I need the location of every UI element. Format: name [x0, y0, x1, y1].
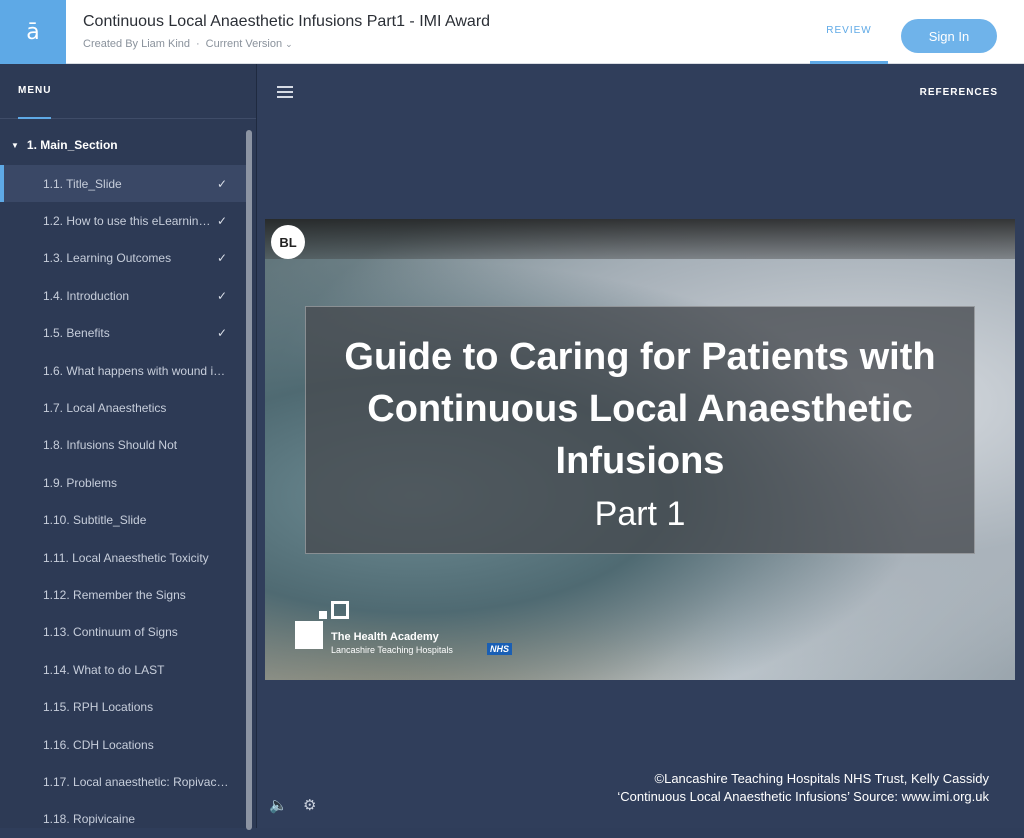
- copyright-notice: ©Lancashire Teaching Hospitals NHS Trust…: [617, 770, 989, 806]
- slide-part: Part 1: [594, 495, 686, 533]
- sidebar-item[interactable]: 1.3. Learning Outcomes ✓: [0, 240, 247, 277]
- check-icon: ✓: [216, 251, 228, 266]
- check-icon: ✓: [216, 176, 228, 191]
- sidebar-item-label: 1.4. Introduction: [43, 288, 130, 303]
- sidebar-item[interactable]: 1.15. RPH Locations: [0, 688, 247, 725]
- sidebar-item[interactable]: 1.4. Introduction ✓: [0, 277, 247, 314]
- gear-icon[interactable]: ⚙: [303, 796, 316, 814]
- sidebar-item-label: 1.1. Title_Slide: [43, 176, 122, 191]
- sidebar-scrollbar[interactable]: [246, 130, 252, 830]
- sidebar-item-label: 1.13. Continuum of Signs: [43, 625, 178, 640]
- sidebar-item-label: 1.14. What to do LAST: [43, 662, 165, 677]
- section-label: 1. Main_Section: [26, 138, 118, 152]
- hamburger-menu-icon[interactable]: [277, 86, 293, 98]
- sign-in-button[interactable]: Sign In: [901, 19, 997, 53]
- sidebar-item-label: 1.17. Local anaesthetic: Ropivacaine: [43, 774, 229, 789]
- app-logo[interactable]: ā: [0, 0, 66, 64]
- sidebar-item[interactable]: 1.17. Local anaesthetic: Ropivacaine: [0, 763, 247, 800]
- sidebar-item[interactable]: 1.14. What to do LAST: [0, 651, 247, 688]
- sidebar-item-label: 1.10. Subtitle_Slide: [43, 513, 147, 528]
- main-content: REFERENCES BL Guide to Caring for Patien…: [257, 64, 1024, 828]
- sidebar-item-label: 1.12. Remember the Signs: [43, 587, 186, 602]
- sidebar-item[interactable]: 1.18. Ropivicaine: [0, 801, 247, 838]
- menu-tab[interactable]: MENU: [18, 64, 52, 119]
- copyright-line-1: ©Lancashire Teaching Hospitals NHS Trust…: [654, 771, 989, 786]
- sidebar-item-label: 1.7. Local Anaesthetics: [43, 401, 167, 416]
- course-meta: Created By Liam Kind · Current Version ⌄: [83, 38, 293, 50]
- sidebar-item-label: 1.2. How to use this eLearning Module: [43, 214, 215, 229]
- sidebar-menu: MENU ▼ 1. Main_Section 1.1. Title_Slide ✓…: [0, 64, 257, 830]
- sidebar-item[interactable]: 1.10. Subtitle_Slide: [0, 502, 247, 539]
- check-icon: ✓: [216, 288, 228, 303]
- academy-name: The Health Academy: [331, 631, 439, 643]
- sidebar-item-label: 1.18. Ropivicaine: [43, 812, 136, 827]
- version-label: Current Version: [205, 38, 283, 50]
- sidebar-item[interactable]: 1.5. Benefits ✓: [0, 315, 247, 352]
- sidebar-item[interactable]: 1.13. Continuum of Signs: [0, 614, 247, 651]
- academy-subtitle: Lancashire Teaching Hospitals: [331, 645, 453, 655]
- section-header[interactable]: ▼ 1. Main_Section: [0, 134, 247, 156]
- sidebar-item-label: 1.8. Infusions Should Not: [43, 438, 178, 453]
- chevron-down-icon: ⌄: [285, 39, 293, 49]
- sidebar-item[interactable]: 1.6. What happens with wound infusions: [0, 352, 247, 389]
- sidebar-item-label: 1.6. What happens with wound infusions: [43, 363, 229, 378]
- sidebar-item[interactable]: 1.8. Infusions Should Not: [0, 427, 247, 464]
- slide-title-box: Guide to Caring for Patients with Contin…: [305, 306, 975, 554]
- caret-down-icon: ▼: [11, 140, 19, 150]
- check-icon: ✓: [216, 214, 228, 229]
- sidebar-item-label: 1.15. RPH Locations: [43, 700, 154, 715]
- copyright-line-2: ‘Continuous Local Anaesthetic Infusions’…: [617, 789, 989, 804]
- sidebar-item[interactable]: 1.12. Remember the Signs: [0, 576, 247, 613]
- lesson-list: 1.1. Title_Slide ✓ 1.2. How to use this eL…: [0, 165, 247, 838]
- sidebar-item-label: 1.16. CDH Locations: [43, 737, 154, 752]
- slide-title: Guide to Caring for Patients with Contin…: [344, 336, 936, 482]
- sidebar-item-label: 1.9. Problems: [43, 475, 118, 490]
- top-bar: ā Continuous Local Anaesthetic Infusions…: [0, 0, 1024, 64]
- sidebar-item[interactable]: 1.9. Problems: [0, 464, 247, 501]
- version-dropdown[interactable]: Current Version ⌄: [206, 38, 293, 50]
- volume-icon[interactable]: 🔈: [269, 796, 288, 814]
- course-title: Continuous Local Anaesthetic Infusions P…: [83, 13, 491, 30]
- sidebar-item[interactable]: 1.7. Local Anaesthetics: [0, 389, 247, 426]
- nhs-badge: NHS: [487, 643, 513, 655]
- created-by: Created By Liam Kind: [83, 38, 190, 50]
- sidebar-item[interactable]: 1.1. Title_Slide ✓: [0, 165, 247, 203]
- sidebar-item[interactable]: 1.11. Local Anaesthetic Toxicity: [0, 539, 247, 576]
- menu-header: MENU: [0, 64, 256, 119]
- review-tab[interactable]: REVIEW: [810, 0, 888, 64]
- health-academy-logo: The Health Academy Lancashire Teaching H…: [295, 601, 513, 655]
- sidebar-item-label: 1.11. Local Anaesthetic Toxicity: [43, 550, 209, 565]
- check-icon: ✓: [216, 326, 228, 341]
- sidebar-item-label: 1.3. Learning Outcomes: [43, 251, 172, 266]
- bl-logo: BL: [271, 225, 305, 259]
- references-tab[interactable]: REFERENCES: [920, 87, 998, 98]
- logo-glyph: ā: [26, 19, 40, 45]
- sidebar-item-label: 1.5. Benefits: [43, 326, 110, 341]
- sidebar-item[interactable]: 1.2. How to use this eLearning Module✓: [0, 202, 247, 239]
- sidebar-item[interactable]: 1.16. CDH Locations: [0, 726, 247, 763]
- slide-header-band: [265, 219, 1015, 259]
- slide-viewer[interactable]: BL Guide to Caring for Patients with Con…: [265, 219, 1015, 680]
- meta-separator: ·: [196, 38, 200, 50]
